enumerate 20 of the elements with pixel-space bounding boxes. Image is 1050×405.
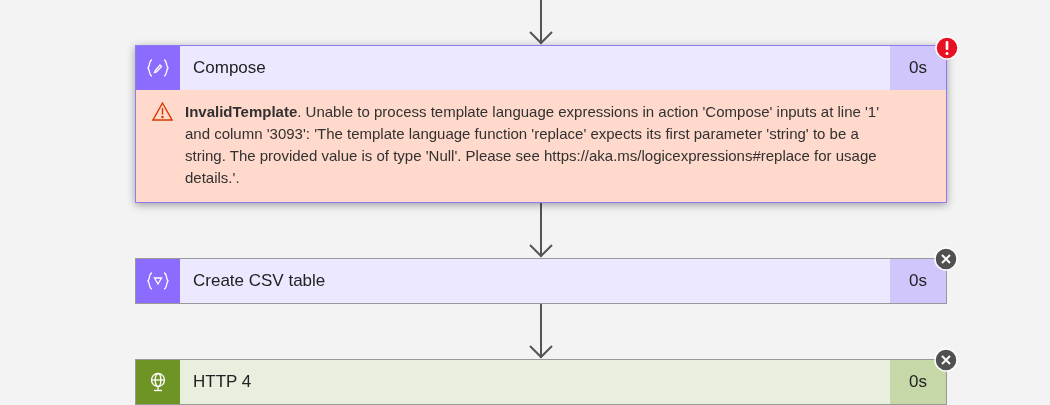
duration: 0s bbox=[890, 360, 946, 404]
action-title: HTTP 4 bbox=[192, 371, 253, 394]
warning-icon bbox=[152, 102, 173, 121]
skipped-icon bbox=[934, 348, 958, 372]
action-card[interactable] bbox=[135, 45, 947, 203]
duration: 0s bbox=[890, 259, 946, 303]
connector-arrow bbox=[527, 0, 555, 45]
globe-icon bbox=[149, 372, 167, 392]
connector-arrow bbox=[527, 203, 555, 258]
action-title: Create CSV table bbox=[192, 270, 327, 293]
error-message: InvalidTemplate. Unable to process template language expressions in action 'Compose' inputs at line '1' and column '3093': 'The template language function 'replace' expects its first parameter 'string' to be a string. The provided value is of type 'Null'. Please see https://aka.ms/logicexpressions#replace for usage details.'. bbox=[185, 102, 881, 188]
duration: 0s bbox=[890, 46, 946, 90]
braces-filter-icon bbox=[147, 272, 169, 290]
action-card[interactable]: Create CSV table 0s bbox=[135, 258, 947, 304]
braces-pencil-icon bbox=[147, 59, 169, 77]
action-card[interactable]: HTTP 4 0s bbox=[135, 359, 947, 405]
connector-arrow bbox=[527, 304, 555, 359]
error-icon bbox=[935, 36, 959, 60]
action-title: Compose bbox=[192, 57, 267, 80]
skipped-icon bbox=[934, 247, 958, 271]
